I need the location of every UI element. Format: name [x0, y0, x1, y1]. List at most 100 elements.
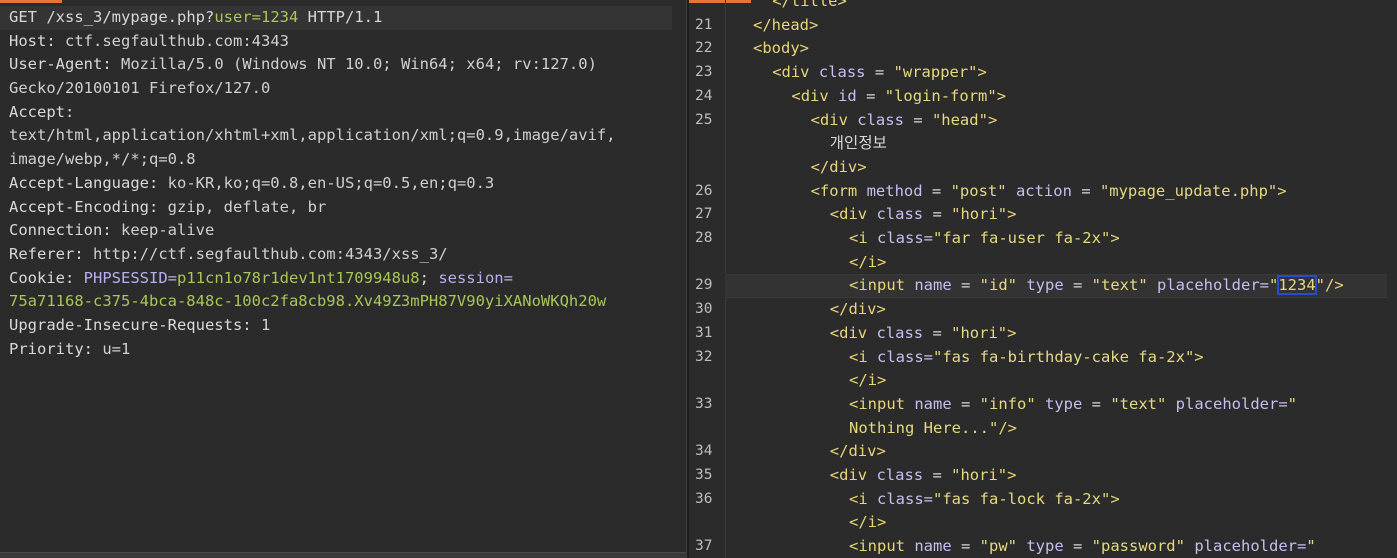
request-header-line[interactable]: image/webp,*/*;q=0.8 [9, 148, 676, 172]
cookie-header-name: Cookie: [9, 268, 75, 287]
request-header-line[interactable]: Accept-Language: ko-KR,ko;q=0.8,en-US;q=… [9, 172, 676, 196]
request-header-line[interactable]: Accept: [9, 101, 676, 125]
header-value: http://ctf.segfaulthub.com:4343/xss_3/ [93, 244, 448, 263]
request-protocol: HTTP/1.1 [307, 8, 383, 26]
code-token: /> [998, 418, 1017, 437]
header-value: Mozilla/5.0 (Windows NT 10.0; Win64; x64… [121, 55, 597, 74]
code-token: = [1082, 394, 1111, 413]
code-line[interactable]: 24 <div id = "login-form"> [689, 85, 1397, 109]
code-token: " [1287, 394, 1297, 413]
code-token: id [838, 86, 857, 105]
code-line[interactable]: 23 <div class = "wrapper"> [689, 61, 1397, 85]
header-value: keep-alive [121, 221, 215, 240]
line-number: 24 [695, 87, 713, 104]
code-line[interactable]: </title> [689, 0, 1397, 14]
code-token: = [903, 110, 932, 129]
request-header-line[interactable]: Gecko/20100101 Firefox/127.0 [9, 77, 676, 101]
code-token: </i> [849, 252, 887, 271]
code-line[interactable]: 22 <body> [689, 37, 1397, 61]
code-line[interactable]: 21 </head> [689, 14, 1397, 38]
request-pane-scrollbar[interactable] [0, 552, 686, 558]
code-line[interactable]: 37 <input name = "pw" type = "password" p… [689, 535, 1397, 558]
code-text: <div class = "head"> [811, 109, 998, 133]
code-line[interactable]: 28 <i class="far fa-user fa-2x"> [689, 227, 1397, 251]
code-token: "far fa-user fa-2x" [933, 229, 1111, 247]
code-text: <i class="fas fa-birthday-cake fa-2x"> [849, 346, 1204, 370]
code-text: </title> [772, 0, 847, 14]
request-header-line[interactable]: Accept-Encoding: gzip, deflate, br [9, 196, 676, 220]
line-number: 37 [695, 538, 713, 555]
cookie-header[interactable]: Cookie: PHPSESSID=p11cn1o78r1dev1nt17099… [9, 267, 676, 291]
cookie-phpsessid-value: p11cn1o78r1dev1nt1709948u8 [177, 268, 420, 287]
code-line[interactable]: 27 <div class = "hori"> [689, 203, 1397, 227]
code-token: "fas fa-lock fa-2x" [933, 489, 1111, 508]
code-token: > [977, 63, 987, 82]
cookie-session-value: 75a71168-c375-4bca-848c-100c2fa8cb98.Xv4… [9, 292, 607, 311]
line-number: 21 [695, 16, 713, 33]
code-text: </div> [811, 156, 867, 180]
code-line[interactable]: 35 <div class = "hori"> [689, 464, 1397, 488]
code-token: action [1015, 181, 1072, 200]
code-line[interactable]: Nothing Here..."/> [689, 417, 1397, 441]
code-token: > [996, 86, 1007, 105]
code-token: Nothing Here..." [849, 418, 999, 437]
code-line[interactable]: 25 <div class = "head"> [689, 109, 1397, 133]
code-token: class [876, 466, 924, 484]
line-number: 28 [695, 230, 713, 246]
request-headers: Host: ctf.segfaulthub.com:4343 User-Agent… [9, 30, 676, 267]
response-pane[interactable]: </title> 21 </head> 22 <body> 23 <div class = … [689, 0, 1397, 558]
request-line[interactable]: GET /xss_3/mypage.php?user=1234 HTTP/1.1 [0, 6, 672, 30]
code-token: class [876, 205, 924, 224]
code-line[interactable]: </div> [689, 156, 1397, 180]
request-header-line[interactable]: Priority: u=1 [9, 338, 676, 362]
code-line[interactable]: 32 <i class="fas fa-birthday-cake fa-2x"> [689, 346, 1397, 370]
header-value: u=1 [102, 339, 131, 358]
request-header-line[interactable]: Referer: http://ctf.segfaulthub.com:4343… [9, 243, 676, 267]
code-token: <body> [753, 39, 809, 58]
code-token: " [1268, 276, 1279, 295]
request-path: /xss_3/mypage.php? [46, 8, 215, 26]
header-value: Gecko/20100101 Firefox/127.0 [9, 79, 271, 98]
code-token: "hori" [951, 323, 1008, 342]
request-editor[interactable]: GET /xss_3/mypage.php?user=1234 HTTP/1.1… [0, 6, 676, 362]
code-token: > [1007, 323, 1017, 342]
code-line[interactable]: 31 <div class = "hori"> [689, 322, 1397, 346]
code-text: <div class = "wrapper"> [772, 61, 987, 85]
code-line[interactable]: 30 </div> [689, 298, 1397, 322]
code-line[interactable]: </i> [689, 369, 1397, 393]
code-token: <i [849, 489, 877, 508]
line-number: 23 [695, 64, 713, 81]
code-token: "hori" [951, 466, 1008, 484]
code-line[interactable]: 개인정보 [689, 132, 1397, 156]
code-token: </div> [810, 157, 867, 176]
code-token: " [1306, 537, 1316, 556]
request-header-line[interactable]: Host: ctf.segfaulthub.com:4343 [9, 30, 676, 54]
code-token: <div [829, 323, 877, 342]
cookie-session-continued[interactable]: 75a71168-c375-4bca-848c-100c2fa8cb98.Xv4… [9, 290, 676, 314]
request-header-line[interactable]: User-Agent: Mozilla/5.0 (Windows NT 10.0… [9, 53, 676, 77]
code-line[interactable]: 29 <input name = "id" type = "text" place… [689, 274, 1397, 298]
code-line[interactable]: 34 </div> [689, 440, 1397, 464]
code-token: 개인정보 [829, 134, 887, 153]
code-token: > [1110, 229, 1120, 247]
request-header-line[interactable]: Connection: keep-alive [9, 219, 676, 243]
code-line[interactable]: </i> [689, 251, 1397, 275]
code-line[interactable]: 26 <form method = "post" action = "mypage… [689, 180, 1397, 204]
code-token: = [923, 205, 952, 224]
code-line[interactable]: </i> [689, 511, 1397, 535]
cookie-session-key: session= [438, 268, 513, 287]
request-header-line[interactable]: Upgrade-Insecure-Requests: 1 [9, 314, 676, 338]
header-name: User-Agent: [9, 55, 112, 74]
code-token: type [1026, 276, 1064, 295]
header-value: text/html,application/xhtml+xml,applicat… [9, 126, 616, 145]
code-text: </head> [753, 14, 818, 38]
request-pane[interactable]: GET /xss_3/mypage.php?user=1234 HTTP/1.1… [0, 0, 686, 558]
response-scrollbar[interactable] [1387, 0, 1397, 558]
code-line[interactable]: 33 <input name = "info" type = "text" pla… [689, 393, 1397, 417]
request-header-line[interactable]: text/html,application/xhtml+xml,applicat… [9, 124, 676, 148]
code-line[interactable]: 36 <i class="fas fa-lock fa-2x"> [689, 488, 1397, 512]
code-token: "post" [950, 181, 1007, 200]
header-value: ko-KR,ko;q=0.8,en-US;q=0.5,en;q=0.3 [167, 173, 495, 192]
